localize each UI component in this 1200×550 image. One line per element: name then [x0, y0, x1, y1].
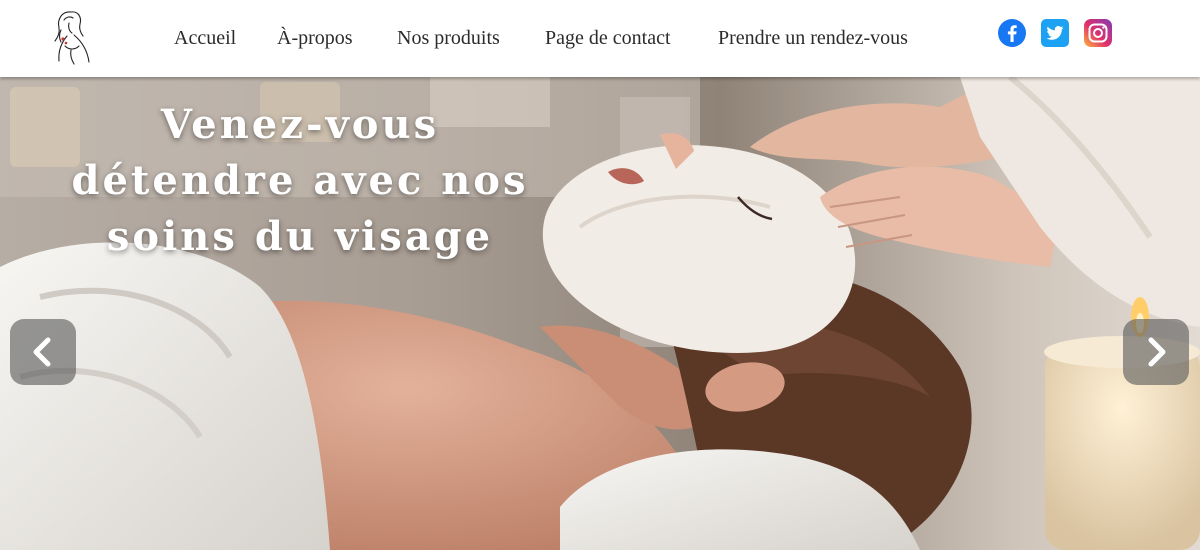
chevron-right-icon	[1148, 337, 1166, 367]
hero-carousel: Venez-vous détendre avec nos soins du vi…	[0, 77, 1200, 550]
carousel-prev-button[interactable]	[10, 319, 76, 385]
nav-link-accueil[interactable]: Accueil	[174, 26, 236, 50]
hero-headline: Venez-vous détendre avec nos soins du vi…	[71, 101, 529, 260]
carousel-next-button[interactable]	[1123, 319, 1189, 385]
site-header: Accueil À-propos Nos produits Page de co…	[0, 0, 1200, 77]
nav-link-contact[interactable]: Page de contact	[545, 26, 671, 50]
nav-link-a-propos[interactable]: À-propos	[277, 26, 353, 50]
nav-link-nos-produits[interactable]: Nos produits	[397, 26, 500, 50]
instagram-icon[interactable]	[1083, 18, 1113, 48]
chevron-left-icon	[33, 337, 51, 367]
twitter-icon[interactable]	[1040, 18, 1070, 48]
facebook-icon[interactable]	[997, 18, 1027, 48]
nav-link-rendez-vous[interactable]: Prendre un rendez-vous	[718, 26, 908, 50]
